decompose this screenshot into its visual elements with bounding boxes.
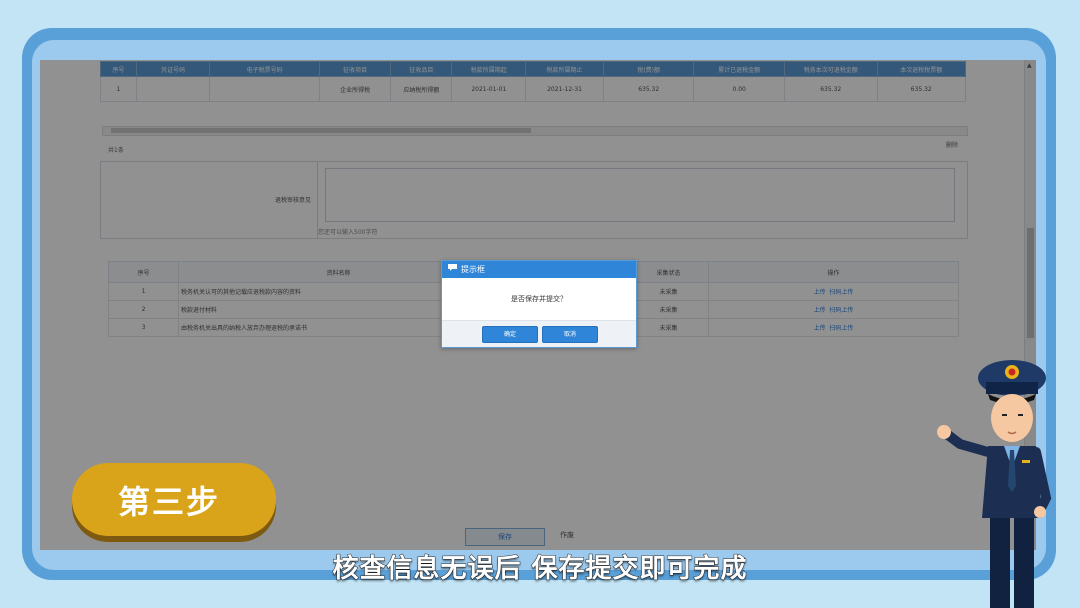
step-badge: 第三步 bbox=[72, 463, 276, 536]
dialog-title: 提示框 bbox=[461, 265, 485, 274]
chat-bubble-icon bbox=[447, 261, 458, 278]
confirm-dialog: 提示框 是否保存并提交？ 确定 取消 bbox=[441, 260, 637, 348]
tax-officer-illustration bbox=[937, 360, 1052, 608]
confirm-button[interactable]: 确定 bbox=[482, 326, 538, 343]
cancel-button[interactable]: 取消 bbox=[542, 326, 598, 343]
subtitle-caption: 核查信息无误后 保存提交即可完成 bbox=[332, 554, 748, 585]
step-label: 第三步 bbox=[118, 483, 221, 521]
dialog-title-bar: 提示框 bbox=[442, 261, 636, 278]
dialog-footer: 确定 取消 bbox=[442, 320, 636, 347]
dialog-message: 是否保存并提交？ bbox=[511, 295, 567, 303]
